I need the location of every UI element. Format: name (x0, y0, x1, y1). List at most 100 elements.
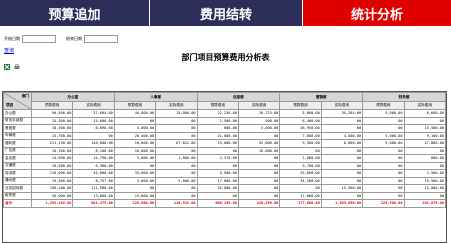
budget-cell: 00 (362, 184, 405, 193)
budget-cell: 25,000.00 (279, 169, 322, 178)
actual-cell: 8,000.00 (320, 139, 364, 148)
budget-cell: 5,000.00 (362, 139, 405, 148)
actual-cell: 00 (403, 161, 446, 170)
corner-dept-label: 部门 (21, 94, 29, 98)
excel-export-icon[interactable] (4, 64, 10, 70)
budget-col-header: 预算费用 (196, 101, 239, 110)
end-date-input[interactable] (84, 35, 118, 43)
actual-cell: 148,000.00 (72, 139, 115, 148)
actual-cell: 00 (155, 169, 198, 178)
actual-cell: 67,812.00 (155, 139, 198, 148)
budget-cell: 3,000.00 (362, 131, 405, 140)
budget-cell: 19,500.00 (30, 176, 74, 185)
row-item-name: 车辆费 (3, 131, 32, 140)
row-item-name: 福利费 (3, 139, 32, 148)
budget-cell: 14,900.00 (30, 154, 74, 163)
budget-cell: 22,236.00 (196, 109, 239, 118)
budget-col-header: 预算费用 (362, 101, 405, 110)
actual-cell: 6,900.00 (72, 161, 115, 170)
table-row: 财务手续费 15,300.00 15,000.00 00 00 1,500.00 500.0… (3, 116, 446, 125)
actual-cell: 19,500.00 (403, 176, 446, 185)
budget-cell: 00 (279, 184, 322, 193)
budget-cell: 277,600.00 (279, 199, 322, 208)
actual-cell: 00 (320, 124, 364, 133)
budget-cell: 00 (113, 184, 157, 193)
budget-cell: 6,400.00 (279, 116, 322, 125)
budget-cell: 00 (113, 116, 157, 125)
budget-cell: 18,500.00 (30, 161, 74, 170)
date-filter-bar: 开始日期 结束日期 (4, 34, 128, 44)
dept-header: 人事部 (113, 92, 198, 102)
actual-cell: 00 (237, 154, 281, 163)
actual-cell: 00 (155, 116, 198, 125)
budget-cell: 5,000.00 (362, 109, 405, 118)
actual-cell: 116,532.00 (155, 199, 198, 208)
budget-cell: 116,000.00 (30, 169, 74, 178)
actual-cell: 00 (155, 124, 198, 133)
print-icon[interactable] (14, 64, 20, 70)
actual-cell: 00 (237, 169, 281, 178)
row-item-name: 业务招待费 (3, 184, 32, 193)
budget-cell: 9,700.00 (279, 161, 322, 170)
budget-cell: 00 (362, 116, 405, 125)
budget-cell: 00 (362, 161, 405, 170)
table-row: 业务招待费 196,400.00 111,900.00 00 00 25,000.00 00… (3, 184, 446, 193)
actual-cell: 13,000.00 (403, 184, 446, 193)
budget-cell: 21,000.00 (196, 131, 239, 140)
budget-cell: 00 (362, 176, 405, 185)
budget-cell: 00 (113, 161, 157, 170)
row-item-name: 差旅费 (3, 124, 32, 133)
row-item-name: 办公费 (3, 109, 32, 118)
budget-cell: 00 (362, 169, 405, 178)
actual-cell: 111,900.00 (72, 184, 115, 193)
budget-cell: 15,300.00 (30, 116, 74, 125)
actual-cell: 00 (155, 184, 198, 193)
actual-cell: 00 (320, 116, 364, 125)
budget-col-header: 预算费用 (30, 101, 74, 110)
actual-cell: 6,600.00 (403, 109, 446, 118)
actual-cell: 500.00 (237, 116, 281, 125)
actual-col-header: 实际费用 (155, 101, 198, 110)
budget-cell: 196,400.00 (30, 184, 74, 193)
tab-statistics-analysis[interactable]: 统计分析 (303, 0, 451, 26)
budget-cell: 211,150.00 (30, 139, 74, 148)
budget-cell: 00 (196, 191, 239, 200)
budget-col-header: 预算费用 (279, 101, 322, 110)
dept-header: 信息部 (196, 92, 281, 102)
budget-cell: 666,159.00 (196, 199, 239, 208)
budget-cell: 00 (362, 124, 405, 133)
table-row: 差旅费 18,500.00 8,890.00 5,000.00 00 600.00 5,00… (3, 124, 446, 133)
actual-cell: 00 (320, 154, 364, 163)
actual-cell: 15,500.00 (320, 184, 364, 193)
tab-budget-append[interactable]: 预算追加 (0, 0, 150, 26)
budget-cell: 20,400.00 (113, 131, 157, 140)
budget-cell: 5,500.00 (196, 169, 239, 178)
budget-cell: 15,000.00 (196, 139, 239, 148)
table-row: 租赁费 26,000.00 13,000.00 15,000.00 00 00 00 17,0… (3, 191, 446, 200)
actual-cell: 00 (155, 131, 198, 140)
budget-cell: 3,000.00 (113, 176, 157, 185)
export-toolbar (4, 64, 20, 70)
start-date-input[interactable] (22, 35, 56, 43)
tab-expense-carryover[interactable]: 费用结转 (150, 0, 303, 26)
table-row: 广告费 10,700.00 8,100.00 10,000.00 00 00 16,080.… (3, 146, 446, 155)
actual-cell: 8,890.00 (72, 124, 115, 133)
start-date-label: 开始日期 (4, 36, 20, 41)
budget-cell: 10,000.00 (113, 146, 157, 155)
budget-cell: 5,000.00 (113, 124, 157, 133)
row-item-name: 交通费 (3, 161, 32, 170)
budget-cell: 00 (196, 161, 239, 170)
actual-cell: 00 (155, 161, 198, 170)
actual-cell: 5,000.00 (237, 124, 281, 133)
actual-cell: 00 (237, 176, 281, 185)
budget-cell: 1,500.00 (196, 116, 239, 125)
actual-cell: 8,757.00 (72, 176, 115, 185)
budget-cell: 2,370.00 (196, 154, 239, 163)
actual-cell: 15,500.00 (403, 124, 446, 133)
budget-cell: 10,000.00 (113, 139, 157, 148)
table-row: 通讯费 19,500.00 8,757.00 3,000.00 5,000.00 17,0… (3, 176, 446, 185)
budget-cell: 25,000.00 (196, 184, 239, 193)
actual-cell: 681,475.00 (72, 199, 115, 208)
actual-cell: 37,604.00 (72, 109, 115, 118)
actual-cell: 1,800.00 (155, 154, 198, 163)
